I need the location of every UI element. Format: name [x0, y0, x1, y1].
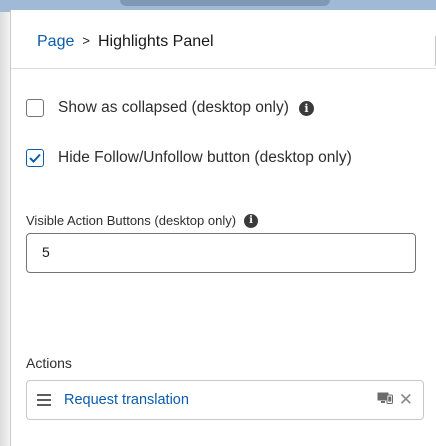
panel-header: Page > Highlights Panel [11, 10, 436, 69]
breadcrumb-page-link[interactable]: Page [37, 33, 74, 50]
hide-follow-option[interactable]: Hide Follow/Unfollow button (desktop onl… [26, 149, 352, 167]
show-collapsed-option[interactable]: Show as collapsed (desktop only) i [26, 99, 314, 117]
breadcrumb-separator: > [82, 33, 90, 48]
breadcrumb-current: Highlights Panel [97, 33, 214, 50]
hide-follow-label: Hide Follow/Unfollow button (desktop onl… [58, 149, 352, 166]
hide-follow-checkbox[interactable] [26, 149, 44, 167]
drag-handle-icon[interactable] [37, 394, 51, 406]
top-strip-handle [120, 0, 330, 6]
visible-action-buttons-input[interactable]: 5 [26, 233, 416, 273]
actions-section-label: Actions [26, 355, 72, 371]
visible-action-buttons-label: Visible Action Buttons (desktop only) i [26, 213, 259, 228]
left-panel-shadow [0, 12, 10, 446]
check-icon [29, 153, 41, 163]
action-item-label[interactable]: Request translation [64, 392, 377, 408]
info-icon[interactable]: i [298, 100, 314, 116]
show-collapsed-checkbox[interactable] [26, 99, 44, 117]
info-icon[interactable]: i [244, 213, 259, 228]
close-icon[interactable]: ✕ [399, 391, 413, 409]
properties-panel: Page > Highlights Panel Show as collapsed … [10, 10, 436, 446]
desktop-phone-icon [377, 391, 393, 409]
action-item-request-translation[interactable]: Request translation ✕ [26, 380, 424, 420]
show-collapsed-label: Show as collapsed (desktop only) [58, 99, 289, 116]
breadcrumb: Page > Highlights Panel [37, 32, 214, 51]
visible-action-buttons-label-text: Visible Action Buttons (desktop only) [26, 213, 237, 228]
